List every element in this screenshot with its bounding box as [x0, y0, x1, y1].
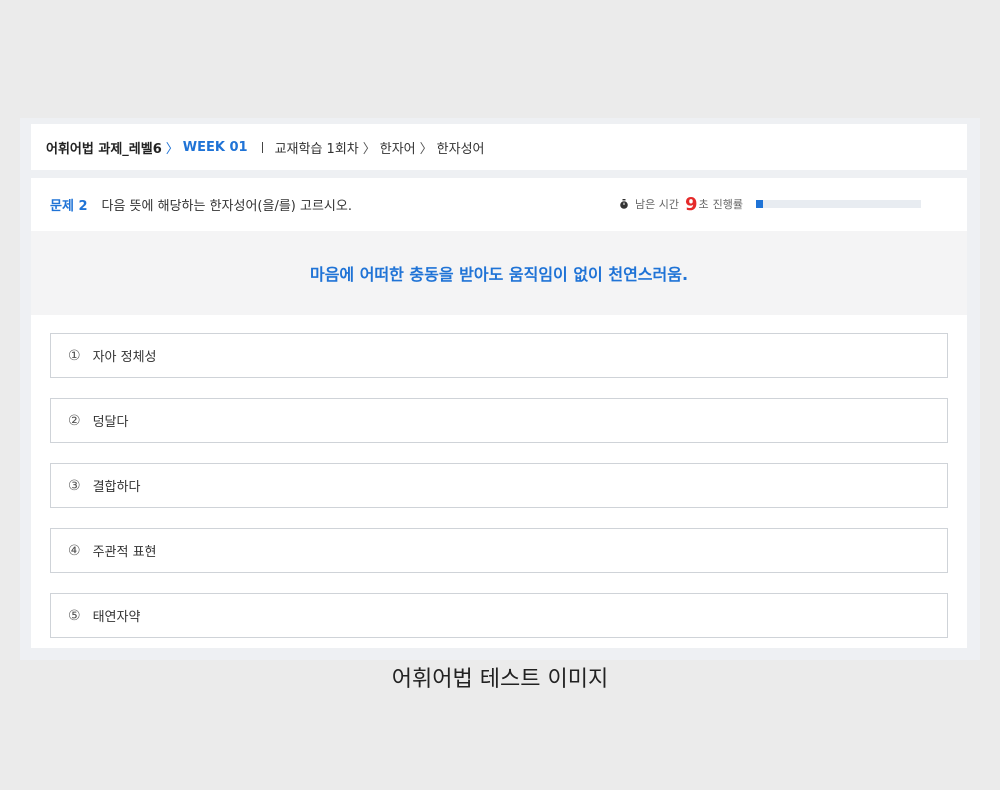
breadcrumb-week[interactable]: WEEK 01: [183, 140, 248, 155]
timer-value: 9: [684, 193, 698, 215]
answer-choice-4[interactable]: ④ 주관적 표현: [50, 528, 948, 573]
choice-text: 결합하다: [92, 480, 141, 495]
stopwatch-icon: [620, 199, 628, 209]
choice-number: ⑤: [68, 607, 81, 624]
answer-choices: ① 자아 정체성 ② 덩달다 ③ 결합하다 ④ 주관적 표현 ⑤ 태연자약: [50, 333, 948, 658]
answer-choice-2[interactable]: ② 덩달다: [50, 398, 948, 443]
progress-label: 진행률: [712, 198, 744, 211]
question-number: 문제 2: [50, 198, 88, 214]
breadcrumb-divider: [261, 141, 263, 153]
breadcrumb-separator: 〉: [165, 141, 179, 157]
timer: 남은 시간 9 초 진행률: [619, 192, 743, 216]
breadcrumb: 어휘어법 과제_레벨6 〉 WEEK 01 교재학습 1회차 〉 한자어 〉 한…: [31, 124, 967, 170]
choice-number: ④: [68, 542, 81, 559]
answer-choice-1[interactable]: ① 자아 정체성: [50, 333, 948, 378]
breadcrumb-category[interactable]: 한자어: [380, 138, 416, 157]
choice-number: ①: [68, 347, 81, 364]
quiz-panel: 문제 2 다음 뜻에 해당하는 한자성어(을/를) 고르시오. 남은 시간 9 …: [31, 178, 967, 648]
progress-fill: [756, 200, 763, 208]
breadcrumb-chevron: 〉: [419, 141, 433, 157]
definition-text: 마음에 어떠한 충동을 받아도 움직임이 없이 천연스러움.: [309, 265, 689, 284]
breadcrumb-lesson[interactable]: 교재학습 1회차: [275, 138, 359, 157]
choice-text: 자아 정체성: [92, 350, 157, 365]
breadcrumb-subcategory: 한자성어: [436, 141, 485, 157]
choice-number: ②: [68, 412, 81, 429]
progress-bar: [756, 200, 921, 208]
choice-text: 덩달다: [92, 415, 129, 430]
definition-box: 마음에 어떠한 충동을 받아도 움직임이 없이 천연스러움.: [31, 231, 967, 315]
choice-text: 태연자약: [92, 610, 141, 625]
breadcrumb-course[interactable]: 어휘어법 과제_레벨6: [46, 138, 162, 157]
timer-label: 남은 시간: [635, 198, 679, 211]
choice-number: ③: [68, 477, 81, 494]
timer-unit: 초: [698, 198, 709, 211]
breadcrumb-chevron: 〉: [362, 141, 376, 157]
choice-text: 주관적 표현: [92, 545, 157, 560]
image-caption: 어휘어법 테스트 이미지: [391, 667, 609, 692]
answer-choice-5[interactable]: ⑤ 태연자약: [50, 593, 948, 638]
question-prompt: 다음 뜻에 해당하는 한자성어(을/를) 고르시오.: [101, 198, 352, 214]
answer-choice-3[interactable]: ③ 결합하다: [50, 463, 948, 508]
